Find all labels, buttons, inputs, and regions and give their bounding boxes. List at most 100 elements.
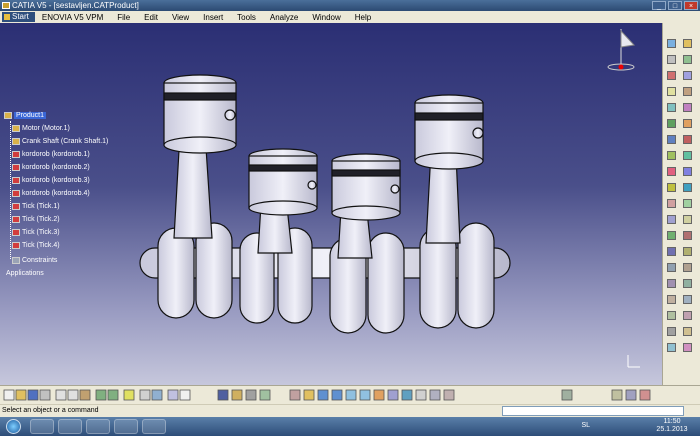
component-icon bbox=[245, 389, 257, 401]
menu-window[interactable]: Window bbox=[305, 13, 347, 22]
pocket-icon[interactable] bbox=[667, 215, 676, 224]
tree-node-kordorob-1[interactable]: kordorob (kordorob.1) bbox=[12, 150, 90, 160]
tree-node-kordorob-4[interactable]: kordorob (kordorob.4) bbox=[12, 189, 90, 199]
swap-visible-icon bbox=[443, 389, 455, 401]
iso-view-icon bbox=[401, 389, 413, 401]
minimize-button[interactable]: _ bbox=[652, 1, 666, 10]
part-icon bbox=[12, 176, 20, 184]
tree-node-tick-1[interactable]: Tick (Tick.1) bbox=[12, 202, 60, 212]
close-button[interactable]: × bbox=[684, 1, 698, 10]
help-icon bbox=[123, 389, 135, 401]
distance-analysis-icon[interactable] bbox=[683, 279, 692, 288]
coincidence-constraint-icon[interactable] bbox=[683, 119, 692, 128]
part-icon[interactable] bbox=[667, 55, 676, 64]
angle-constraint-icon[interactable] bbox=[667, 151, 676, 160]
weld-icon[interactable] bbox=[667, 263, 676, 272]
part-icon bbox=[12, 202, 20, 210]
engine-model[interactable] bbox=[0, 23, 662, 385]
remove-icon[interactable] bbox=[667, 231, 676, 240]
bottom-toolbar bbox=[0, 385, 700, 404]
tree-node-constraints[interactable]: Constraints bbox=[12, 256, 57, 266]
split-icon[interactable] bbox=[667, 199, 676, 208]
menu-view[interactable]: View bbox=[165, 13, 196, 22]
media-player-taskbar-icon[interactable] bbox=[58, 419, 82, 434]
contact-constraint-icon[interactable] bbox=[667, 135, 676, 144]
menu-help[interactable]: Help bbox=[348, 13, 378, 22]
annotation-icon[interactable] bbox=[683, 247, 692, 256]
reuse-pattern-icon[interactable] bbox=[683, 183, 692, 192]
bill-of-material-icon[interactable] bbox=[667, 295, 676, 304]
select-icon bbox=[217, 389, 229, 401]
catia-taskbar-icon[interactable] bbox=[142, 419, 166, 434]
generate-numbering-icon[interactable] bbox=[667, 87, 676, 96]
law-icon[interactable] bbox=[683, 343, 692, 352]
clock[interactable]: 11:50 25.1.2013 bbox=[652, 418, 692, 434]
new-icon bbox=[3, 389, 15, 401]
tree-node-product1[interactable]: Product1 bbox=[4, 111, 47, 121]
utorrent-taskbar-icon[interactable] bbox=[114, 419, 138, 434]
axis-icon bbox=[627, 355, 640, 368]
language-indicator[interactable]: SL bbox=[581, 422, 590, 429]
catia-app-icon[interactable] bbox=[2, 2, 10, 9]
snap-icon[interactable] bbox=[667, 103, 676, 112]
windows-start-button[interactable] bbox=[6, 419, 21, 434]
command-input[interactable] bbox=[502, 406, 684, 416]
tree-node-tick-3[interactable]: Tick (Tick.3) bbox=[12, 228, 60, 238]
offset-constraint-icon[interactable] bbox=[683, 135, 692, 144]
fix-together-icon[interactable] bbox=[667, 167, 676, 176]
tree-node-tick-2[interactable]: Tick (Tick.2) bbox=[12, 215, 60, 225]
measure-icon[interactable] bbox=[683, 263, 692, 272]
tree-node-motor[interactable]: Motor (Motor.1) bbox=[12, 124, 70, 134]
sectioning-icon[interactable] bbox=[667, 279, 676, 288]
tree-node-kordorob-2[interactable]: kordorob (kordorob.2) bbox=[12, 163, 90, 173]
replace-icon[interactable] bbox=[667, 71, 676, 80]
scene-icon[interactable] bbox=[667, 247, 676, 256]
speech-bubble-icon bbox=[179, 389, 191, 401]
menu-insert[interactable]: Insert bbox=[196, 13, 230, 22]
manipulate-icon[interactable] bbox=[683, 87, 692, 96]
tree-node-kordorob-3[interactable]: kordorob (kordorob.3) bbox=[12, 176, 90, 186]
tree-node-tick-4[interactable]: Tick (Tick.4) bbox=[12, 241, 60, 251]
existing-component-icon[interactable] bbox=[683, 55, 692, 64]
tree-node-crankshaft[interactable]: Crank Shaft (Crank Shaft.1) bbox=[12, 137, 108, 147]
whats-this-icon bbox=[139, 389, 151, 401]
copy-icon bbox=[67, 389, 79, 401]
constraint-analysis-icon[interactable] bbox=[683, 295, 692, 304]
assembly-icon[interactable] bbox=[667, 39, 676, 48]
formula-icon[interactable] bbox=[667, 343, 676, 352]
firefox-taskbar-icon[interactable] bbox=[86, 419, 110, 434]
crank-web bbox=[457, 222, 495, 329]
piston-3 bbox=[331, 153, 401, 221]
graph-tree-icon[interactable] bbox=[683, 71, 692, 80]
product-icon bbox=[4, 111, 12, 119]
tree-node-applications[interactable]: Applications bbox=[6, 269, 44, 279]
part-icon bbox=[12, 228, 20, 236]
clash-icon[interactable] bbox=[667, 119, 676, 128]
restore-button[interactable]: □ bbox=[668, 1, 682, 10]
dependencies-icon[interactable] bbox=[667, 311, 676, 320]
explorer-taskbar-icon[interactable] bbox=[30, 419, 54, 434]
redo-icon bbox=[107, 389, 119, 401]
3d-viewport[interactable]: Product1 Motor (Motor.1) Crank Shaft (Cr… bbox=[0, 23, 662, 385]
knowledge-icon[interactable] bbox=[683, 327, 692, 336]
quick-constraint-icon[interactable] bbox=[683, 167, 692, 176]
hole-icon[interactable] bbox=[683, 199, 692, 208]
menu-tools[interactable]: Tools bbox=[230, 13, 263, 22]
mechanical-structure-icon[interactable] bbox=[683, 311, 692, 320]
title-bar: CATIA V5 - [sestavljen.CATProduct] _ □ × bbox=[0, 0, 700, 11]
catalog-browser-icon[interactable] bbox=[667, 327, 676, 336]
add-icon[interactable] bbox=[683, 215, 692, 224]
menu-enovia[interactable]: ENOVIA V5 VPM bbox=[35, 13, 110, 22]
menu-analyze[interactable]: Analyze bbox=[263, 13, 305, 22]
menu-start[interactable]: Start bbox=[2, 12, 35, 22]
explode-icon[interactable] bbox=[683, 103, 692, 112]
symmetry-icon[interactable] bbox=[683, 231, 692, 240]
clock-date: 25.1.2013 bbox=[656, 426, 688, 433]
fix-component-icon[interactable] bbox=[683, 151, 692, 160]
cut-icon bbox=[55, 389, 67, 401]
menu-file[interactable]: File bbox=[110, 13, 137, 22]
update-icon[interactable] bbox=[667, 183, 676, 192]
window-title: CATIA V5 - [sestavljen.CATProduct] bbox=[12, 1, 139, 10]
menu-edit[interactable]: Edit bbox=[137, 13, 165, 22]
product-icon[interactable] bbox=[683, 39, 692, 48]
